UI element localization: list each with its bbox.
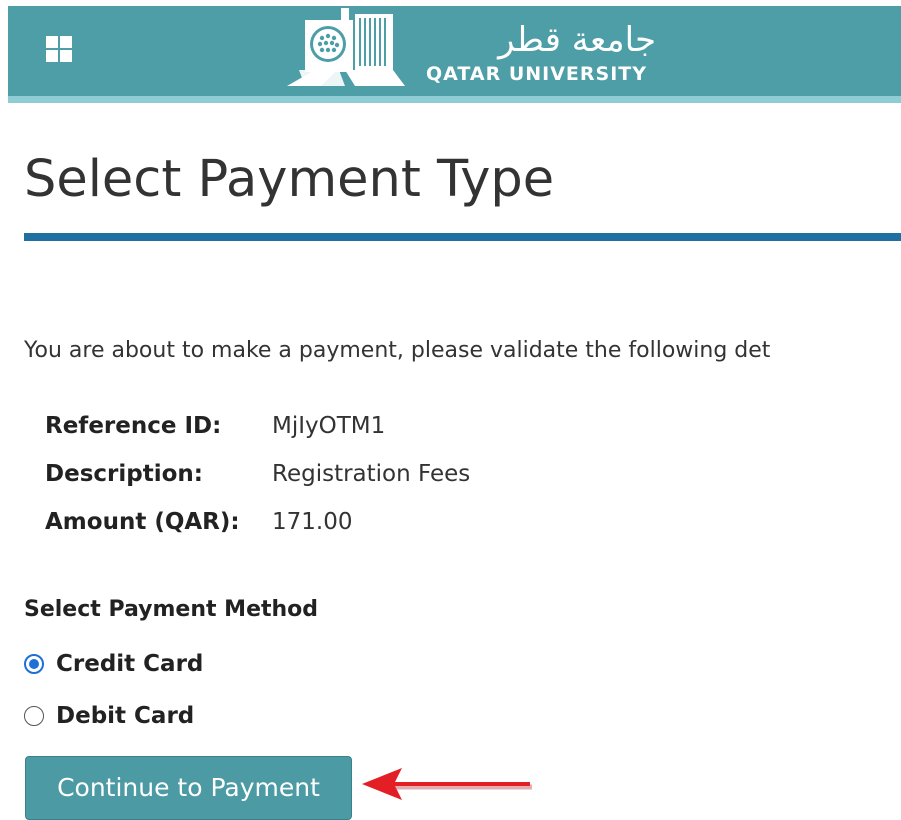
- reference-id-value: MjIyOTM1: [272, 413, 386, 439]
- debit-card-option[interactable]: Debit Card: [24, 700, 194, 732]
- description-label: Description:: [45, 461, 203, 487]
- amount-label: Amount (QAR):: [45, 509, 240, 535]
- intro-text: You are about to make a payment, please …: [24, 338, 771, 363]
- red-arrow-left-icon: [362, 768, 532, 800]
- qatar-university-logo-icon[interactable]: [285, 6, 407, 90]
- credit-card-option[interactable]: Credit Card: [24, 648, 203, 680]
- title-divider: [24, 233, 901, 241]
- page-title: Select Payment Type: [24, 150, 555, 209]
- apps-grid-icon[interactable]: [46, 36, 74, 64]
- credit-card-radio[interactable]: [24, 654, 44, 674]
- debit-card-label[interactable]: Debit Card: [56, 703, 194, 729]
- debit-card-radio[interactable]: [24, 706, 44, 726]
- payment-method-heading: Select Payment Method: [24, 597, 319, 622]
- site-header: جامعة قطر QATAR UNIVERSITY: [8, 6, 901, 103]
- continue-to-payment-button[interactable]: Continue to Payment: [25, 756, 352, 820]
- amount-value: 171.00: [272, 509, 353, 535]
- logo-arabic-text: جامعة قطر: [498, 20, 656, 60]
- description-value: Registration Fees: [272, 461, 471, 487]
- credit-card-label[interactable]: Credit Card: [56, 651, 203, 677]
- reference-id-label: Reference ID:: [45, 413, 222, 439]
- logo-english-text: QATAR UNIVERSITY: [426, 63, 648, 85]
